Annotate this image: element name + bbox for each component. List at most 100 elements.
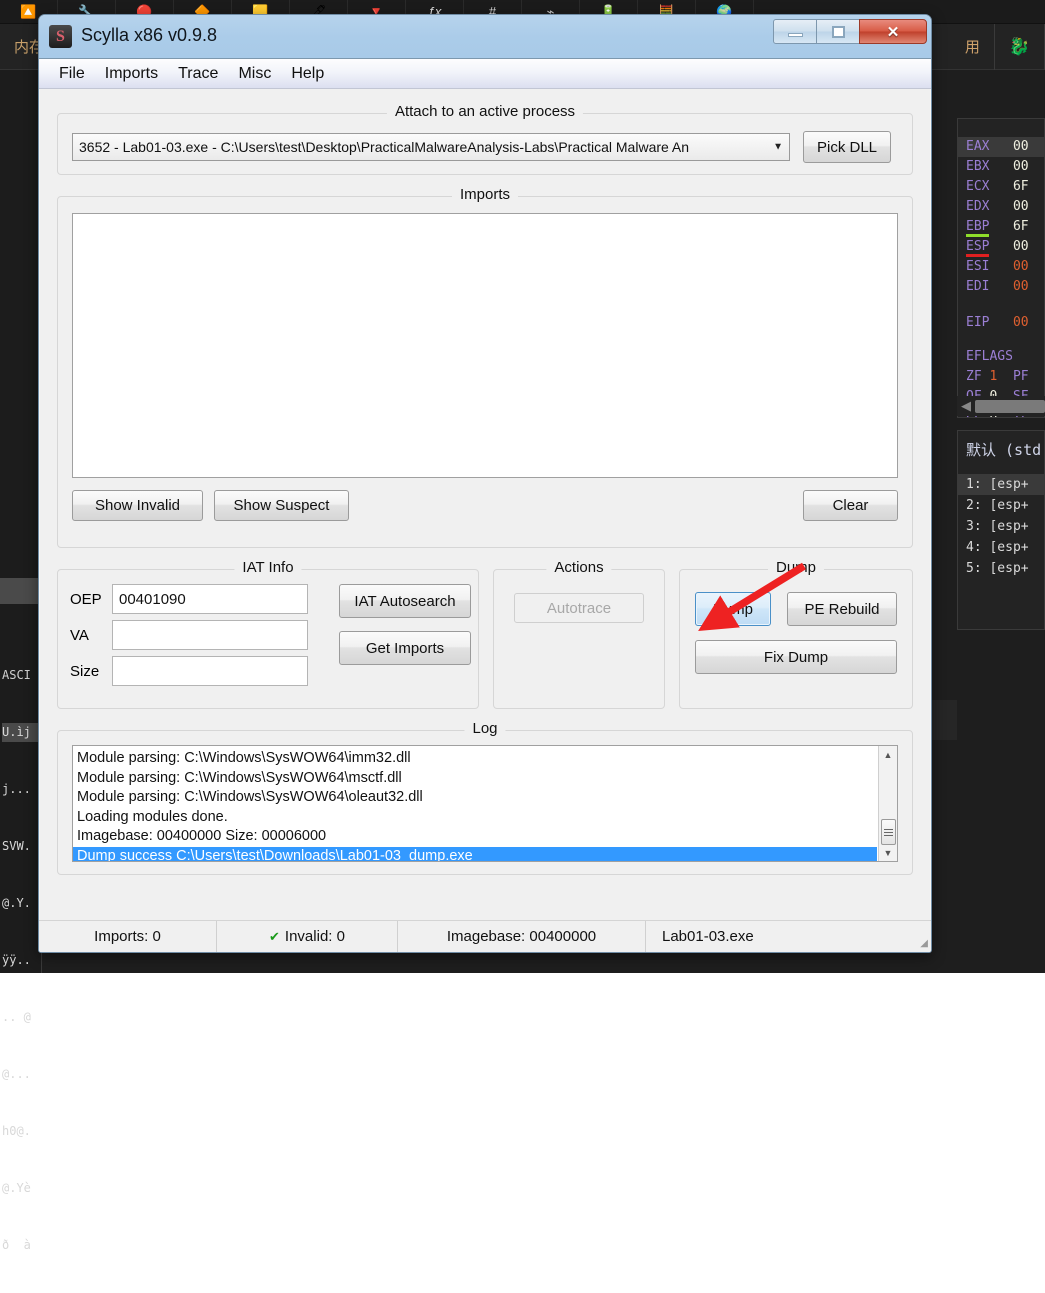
maximize-button[interactable] [816, 19, 860, 44]
registers-horizontal-scrollbar[interactable]: ◀ [957, 396, 1045, 416]
resize-grip-icon[interactable]: ◢ [920, 938, 928, 949]
pe-rebuild-button[interactable]: PE Rebuild [787, 592, 897, 626]
registers-panel: EAX 00 EBX 00 ECX 6F EDX 00 EBP 6F ESP 0… [957, 118, 1045, 418]
scroll-left-icon[interactable]: ◀ [957, 398, 975, 414]
register-name: EBP [966, 219, 989, 237]
dump-legend: Dump [768, 559, 824, 576]
process-dropdown-value: 3652 - Lab01-03.exe - C:\Users\test\Desk… [79, 139, 689, 155]
eflags-title: EFLAGS [958, 347, 1044, 367]
panels-row: IAT Info OEP 00401090 VA Size [57, 569, 913, 709]
size-field[interactable] [112, 656, 308, 686]
status-imports: Imports: 0 [39, 921, 217, 953]
register-value: 00 [1013, 315, 1029, 330]
scylla-logo-icon: S [49, 25, 72, 48]
iat-info-legend: IAT Info [234, 559, 301, 576]
imports-group: Imports Show Invalid Show Suspect Clear [57, 196, 913, 548]
log-scrollbar[interactable]: ▲ ▼ [878, 746, 897, 861]
status-invalid-label: Invalid: 0 [285, 928, 345, 945]
menu-item-help[interactable]: Help [281, 63, 334, 85]
log-line[interactable]: Module parsing: C:\Windows\SysWOW64\imm3… [73, 749, 877, 769]
register-row-edx[interactable]: EDX 00 [958, 197, 1044, 217]
check-icon: ✔ [269, 929, 280, 945]
log-line[interactable]: Loading modules done. [73, 808, 877, 828]
attach-group: Attach to an active process 3652 - Lab01… [57, 113, 913, 175]
hexdump-line: h0@. [2, 1122, 45, 1141]
attach-group-legend: Attach to an active process [387, 103, 583, 120]
register-name: EDX [966, 199, 989, 214]
minimize-icon [788, 33, 803, 37]
register-row-eip[interactable]: EIP 00 [958, 313, 1044, 333]
register-row-ebx[interactable]: EBX 00 [958, 157, 1044, 177]
log-listbox[interactable]: Module parsing: C:\Windows\SysWOW64\imm3… [72, 745, 898, 862]
size-label: Size [70, 663, 112, 680]
pick-dll-button[interactable]: Pick DLL [803, 131, 891, 163]
dump-group: Dump Dump PE Rebuild Fix Dump [679, 569, 913, 709]
hexdump-line: .. @ [2, 1008, 45, 1027]
menu-item-misc[interactable]: Misc [228, 63, 281, 85]
imports-list[interactable] [72, 213, 898, 478]
chevron-down-icon: ▼ [773, 142, 783, 153]
register-value: 00 [1013, 259, 1029, 274]
stack-panel: 默认 (std 1: [esp+ 2: [esp+ 3: [esp+ 4: [e… [957, 430, 1045, 630]
stack-row[interactable]: 4: [esp+ [958, 537, 1044, 558]
register-name: EAX [966, 139, 989, 154]
register-value: 6F [1013, 219, 1029, 234]
maximize-icon [832, 26, 845, 38]
imports-group-legend: Imports [452, 186, 518, 203]
scrollbar-thumb[interactable] [881, 819, 896, 845]
register-value: 00 [1013, 279, 1029, 294]
hexdump-highlight-band [0, 578, 42, 604]
stack-row[interactable]: 5: [esp+ [958, 558, 1044, 579]
scroll-up-icon[interactable]: ▲ [879, 746, 897, 763]
stack-row[interactable]: 1: [esp+ [958, 474, 1044, 495]
register-name: ESP [966, 239, 989, 257]
log-line[interactable]: Module parsing: C:\Windows\SysWOW64\msct… [73, 769, 877, 789]
register-name: EIP [966, 315, 989, 330]
scylla-window: S Scylla x86 v0.9.8 ✕ File Imports Trace… [38, 14, 932, 953]
register-name: EDI [966, 279, 989, 294]
autotrace-button[interactable]: Autotrace [514, 593, 644, 623]
log-line-selected[interactable]: Dump success C:\Users\test\Downloads\Lab… [73, 847, 877, 863]
register-row-ecx[interactable]: ECX 6F [958, 177, 1044, 197]
dump-button[interactable]: Dump [695, 592, 771, 626]
status-filename: Lab01-03.exe [646, 921, 931, 953]
status-bar: Imports: 0 ✔ Invalid: 0 Imagebase: 00400… [39, 920, 931, 952]
hexdump-line: ð à [2, 1236, 45, 1255]
title-bar[interactable]: S Scylla x86 v0.9.8 ✕ [39, 15, 931, 59]
status-imagebase: Imagebase: 00400000 [398, 921, 646, 953]
flag-row-zf[interactable]: ZF 1 PF [958, 367, 1044, 387]
menu-item-imports[interactable]: Imports [95, 63, 168, 85]
oep-field[interactable]: 00401090 [112, 584, 308, 614]
va-field[interactable] [112, 620, 308, 650]
scrollbar-grip-icon [884, 827, 893, 838]
iat-autosearch-button[interactable]: IAT Autosearch [339, 584, 471, 618]
stack-title: 默认 (std [958, 431, 1044, 460]
show-suspect-button[interactable]: Show Suspect [214, 490, 349, 521]
show-invalid-button[interactable]: Show Invalid [72, 490, 203, 521]
stack-row[interactable]: 2: [esp+ [958, 495, 1044, 516]
register-name: ECX [966, 179, 989, 194]
log-line[interactable]: Module parsing: C:\Windows\SysWOW64\olea… [73, 788, 877, 808]
scrollbar-thumb[interactable] [975, 400, 1045, 413]
register-name: EBX [966, 159, 989, 174]
process-dropdown[interactable]: 3652 - Lab01-03.exe - C:\Users\test\Desk… [72, 133, 790, 161]
scroll-down-icon[interactable]: ▼ [879, 844, 897, 861]
fix-dump-button[interactable]: Fix Dump [695, 640, 897, 674]
register-row-ebp[interactable]: EBP 6F [958, 217, 1044, 237]
actions-group: Actions Autotrace [493, 569, 665, 709]
register-row-eax[interactable]: EAX 00 [958, 137, 1044, 157]
clear-button[interactable]: Clear [803, 490, 898, 521]
debugger-tab-use[interactable]: 用 [951, 24, 995, 70]
menu-item-file[interactable]: File [49, 63, 95, 85]
log-legend: Log [464, 720, 505, 737]
get-imports-button[interactable]: Get Imports [339, 631, 471, 665]
register-row-esi[interactable]: ESI 00 [958, 257, 1044, 277]
register-row-esp[interactable]: ESP 00 [958, 237, 1044, 257]
register-row-edi[interactable]: EDI 00 [958, 277, 1044, 297]
log-line[interactable]: Imagebase: 00400000 Size: 00006000 [73, 827, 877, 847]
menu-item-trace[interactable]: Trace [168, 63, 228, 85]
stack-row[interactable]: 3: [esp+ [958, 516, 1044, 537]
close-button[interactable]: ✕ [859, 19, 927, 44]
minimize-button[interactable] [773, 19, 817, 44]
dragon-icon: 🐉 [995, 24, 1045, 70]
